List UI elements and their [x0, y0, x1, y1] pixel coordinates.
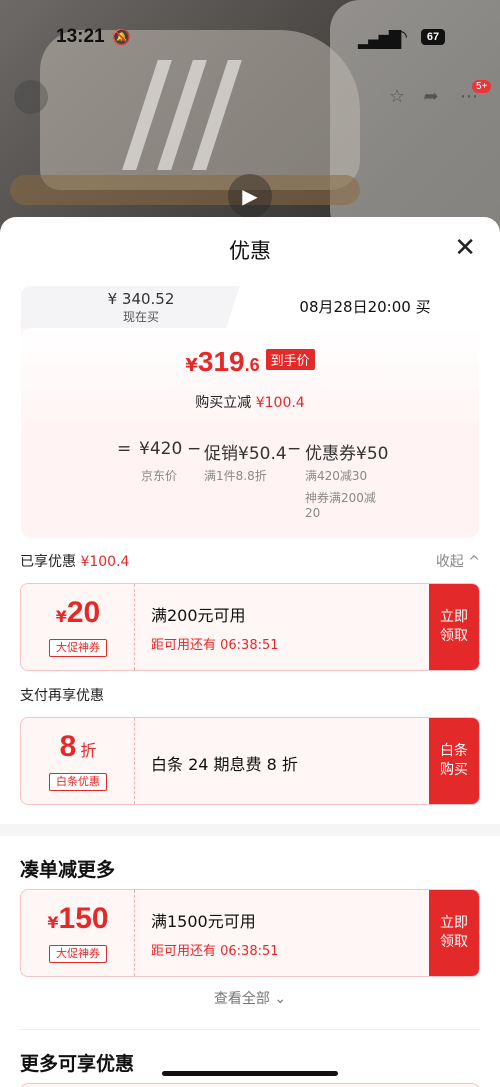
reduce-label: 购买立减 — [195, 395, 252, 411]
coupon-card: ¥150 大促神券 满1500元可用 距可用还有 06:38:51 立即 领取 — [20, 889, 480, 977]
share-icon[interactable]: ➦ — [414, 80, 448, 114]
coupon-tag: 大促神券 — [49, 639, 107, 657]
enjoyed-value: ¥100.4 — [80, 554, 130, 570]
coupon-yen: ¥ — [47, 913, 59, 932]
coupon-amount: 20 — [66, 596, 101, 629]
sheet-title: 优惠 — [229, 239, 271, 263]
collapse-button[interactable]: 收起 ^ — [436, 551, 480, 571]
enjoyed-text: 已享优惠 — [20, 554, 76, 570]
coupon-sub: 满420减30 — [305, 469, 368, 483]
coupon-card: ¥20 大促神券 满200元可用 距可用还有 06:38:51 立即 领取 — [20, 583, 480, 671]
home-indicator — [162, 1071, 338, 1076]
calc-coupon: 优惠券¥50 — [305, 444, 389, 464]
calc-minus: − — [187, 439, 202, 459]
section-gap — [0, 824, 500, 836]
baitiao-value: 8折 白条优惠 — [21, 718, 135, 804]
coupon-amount: 150 — [58, 902, 109, 935]
calc-promo: 促销¥50.4 — [204, 444, 287, 464]
coupon-countdown: 距可用还有 06:38:51 — [151, 944, 279, 959]
calc-jd-price: ¥420 — [139, 439, 183, 459]
coupon-yen: ¥ — [55, 607, 67, 626]
coupon-sub: 20 — [305, 506, 321, 520]
future-label: 08月28日20:00 买 — [299, 298, 431, 316]
star-icon[interactable]: ☆ — [380, 80, 414, 114]
back-icon[interactable]: ‹ — [14, 80, 48, 114]
baitiao-amount: 8 — [59, 730, 77, 763]
coupon-title: 满1500元可用 — [151, 912, 256, 931]
mute-bell-icon: 🔕 — [112, 28, 131, 46]
baitiao-card: 8折 白条优惠 白条 24 期息费 8 折 白条 购买 — [20, 717, 480, 805]
now-label: 现在买 — [122, 310, 159, 324]
reduce-line: 购买立减 ¥100.4 — [21, 392, 479, 412]
price-card: ¥ 340.52 现在买 08月28日20:00 买 ¥319.6 到手价 购买立… — [21, 286, 479, 538]
final-yen: ¥ — [185, 355, 198, 376]
close-icon[interactable]: ✕ — [454, 233, 476, 263]
coupon-value: ¥20 大促神券 — [21, 584, 135, 670]
reduce-value: ¥100.4 — [255, 395, 305, 411]
final-price-panel: ¥319.6 到手价 购买立减 ¥100.4 — [21, 328, 479, 423]
play-icon[interactable]: ▶ — [228, 174, 272, 218]
pay-label: 支付再享优惠 — [20, 688, 104, 704]
tab-buy-later[interactable]: 08月28日20:00 买 — [251, 286, 479, 328]
coupon-tag: 大促神券 — [49, 945, 107, 963]
cart-badge: 5+ — [472, 80, 492, 93]
calc-equals: = — [117, 439, 132, 459]
baitiao-buy-button[interactable]: 白条 购买 — [429, 718, 479, 804]
more-title: 凑单减更多 — [20, 859, 116, 881]
promo-sub: 满1件8.8折 — [204, 469, 267, 483]
see-all-link[interactable]: 查看全部 ⌄ — [0, 988, 500, 1008]
now-price: ¥ 340.52 — [107, 290, 175, 308]
more-benefits-title: 更多可享优惠 — [20, 1053, 135, 1075]
final-int: 319 — [197, 346, 245, 377]
baitiao-unit: 折 — [80, 741, 97, 760]
coupon-value: ¥150 大促神券 — [21, 890, 135, 976]
calc-minus: − — [287, 439, 302, 459]
battery-icon: 67 — [421, 29, 445, 45]
next-coupon-peek — [20, 1083, 480, 1087]
coupon-title: 满200元可用 — [151, 606, 246, 625]
enjoyed-label: 已享优惠 ¥100.4 — [20, 551, 129, 571]
shoe-sole-shape — [10, 175, 360, 205]
coupon-countdown: 距可用还有 06:38:51 — [151, 638, 279, 653]
tab-buy-now[interactable]: ¥ 340.52 现在买 — [21, 286, 261, 328]
final-price: ¥319.6 到手价 — [21, 346, 479, 378]
divider — [20, 1029, 480, 1030]
final-price-tag: 到手价 — [265, 349, 315, 370]
baitiao-title: 白条 24 期息费 8 折 — [151, 755, 298, 774]
status-time: 13:21 — [56, 26, 105, 47]
status-bar: 13:21 🔕 ▂▄▆█ ◠ 67 — [0, 26, 500, 58]
jd-price-label: 京东价 — [141, 469, 178, 483]
discount-sheet: 优惠 ✕ ¥ 340.52 现在买 08月28日20:00 买 ¥319.6 到手… — [0, 217, 500, 1087]
claim-button[interactable]: 立即 领取 — [429, 584, 479, 670]
coupon-sub: 神券满200减 — [305, 491, 376, 505]
wifi-icon: ◠ — [393, 27, 408, 47]
claim-button[interactable]: 立即 领取 — [429, 890, 479, 976]
final-dec: .6 — [244, 355, 260, 375]
baitiao-tag: 白条优惠 — [49, 773, 107, 791]
